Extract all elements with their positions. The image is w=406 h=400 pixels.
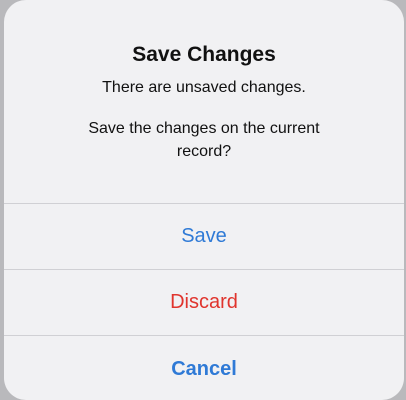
dimmed-backdrop: Save Changes There are unsaved changes. … (0, 0, 406, 400)
alert-message: Save the changes on the current record? (88, 120, 320, 160)
save-changes-alert: Save Changes There are unsaved changes. … (4, 0, 404, 400)
alert-title: Save Changes (132, 43, 276, 66)
discard-button[interactable]: Discard (4, 270, 404, 335)
alert-content: Save Changes There are unsaved changes. … (4, 0, 404, 203)
cancel-button[interactable]: Cancel (4, 336, 404, 400)
save-button[interactable]: Save (4, 204, 404, 269)
alert-subtitle: There are unsaved changes. (102, 79, 306, 96)
